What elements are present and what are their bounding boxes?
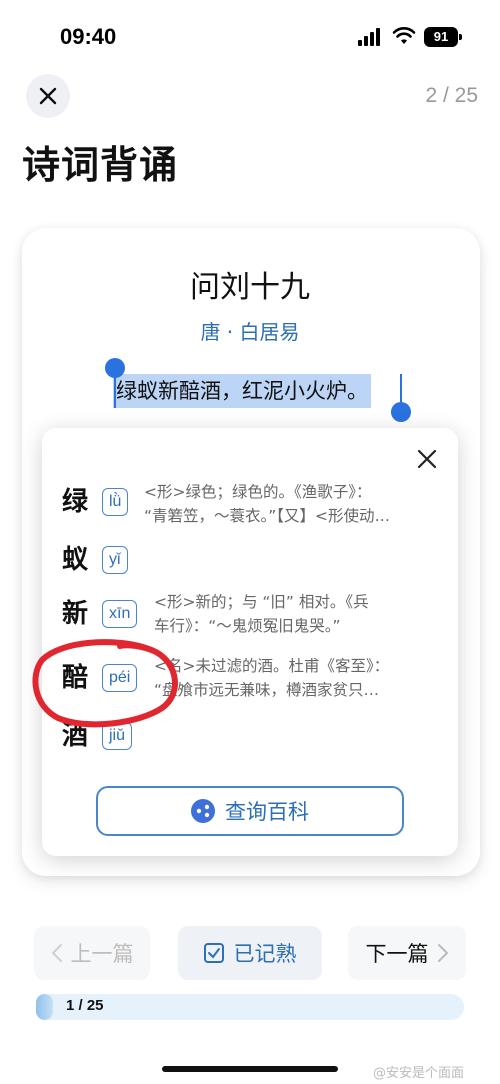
entry-definition: “青箬笠，～蓑衣。”【又】<形使动…: [144, 507, 391, 525]
watermark: @安安是个面面: [372, 1066, 464, 1081]
entry-definition: <名>未过滤的酒。杜甫《客至》：: [154, 657, 390, 675]
entry-definition: 车行》：“～鬼烦冤旧鬼哭。”: [154, 617, 341, 635]
progress-text: 1 / 25: [66, 997, 104, 1014]
chevron-left-icon: [51, 944, 62, 962]
status-bar: 09:40 91: [0, 0, 500, 72]
poem-author[interactable]: 唐 · 白居易: [0, 316, 500, 345]
prev-poem-label: 上一篇: [70, 942, 134, 966]
close-icon: [417, 449, 437, 469]
red-circle-annotation: [32, 639, 178, 728]
mark-memorized-button[interactable]: 已记熟: [178, 926, 322, 980]
next-poem-button[interactable]: 下一篇: [348, 926, 466, 980]
poem-progress: 2 / 25: [425, 84, 478, 107]
baike-icon: [191, 799, 215, 823]
entry-pinyin: yǐ: [102, 546, 128, 574]
chevron-right-icon: [437, 944, 448, 962]
entry-char: 蚁: [61, 545, 88, 575]
entry-char: 新: [61, 599, 88, 629]
poem-title: 问刘十九: [190, 270, 310, 305]
status-time: 09:40: [60, 24, 117, 49]
progress-bar-fill: [36, 994, 53, 1020]
entry-definition: “盘飧市远无兼味，樽酒家贫只…: [154, 681, 380, 699]
query-baike-button[interactable]: 查询百科: [96, 786, 404, 836]
entry-pinyin: lǜ: [102, 488, 129, 516]
entry-pinyin: xīn: [102, 600, 138, 628]
home-indicator[interactable]: [162, 1066, 338, 1072]
entry-char: 绿: [61, 487, 88, 517]
battery-icon: 91: [424, 27, 462, 47]
selection-end-handle[interactable]: [391, 402, 411, 422]
cellular-signal-icon: [358, 28, 384, 46]
entry-definition: <形>新的；与 “旧” 相对。《兵: [154, 593, 369, 611]
checkbox-icon: [203, 943, 224, 963]
close-button[interactable]: [26, 74, 70, 118]
close-icon: [39, 87, 57, 105]
entry-definition: <形>绿色；绿色的。《渔歌子》：: [144, 483, 372, 501]
mark-memorized-label: 已记熟: [233, 942, 297, 966]
prev-poem-button[interactable]: 上一篇: [34, 926, 150, 980]
query-baike-label: 查询百科: [225, 800, 309, 824]
popup-close-button[interactable]: [410, 442, 444, 476]
wifi-icon: [392, 27, 416, 44]
page-title: 诗词背诵: [22, 143, 179, 187]
selected-poem-line[interactable]: 绿蚁新醅酒，红泥小火炉。: [113, 374, 371, 408]
selection-start-handle[interactable]: [105, 358, 125, 378]
next-poem-label: 下一篇: [365, 942, 429, 966]
